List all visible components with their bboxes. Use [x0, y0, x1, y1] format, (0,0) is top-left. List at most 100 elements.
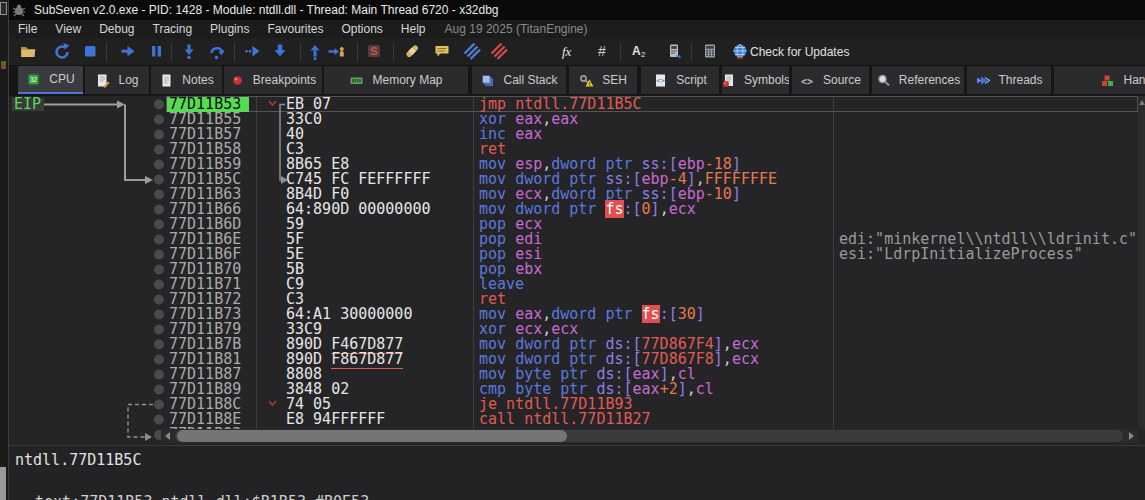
comment-button[interactable] — [433, 42, 453, 62]
references-icon — [876, 73, 891, 88]
toolbar: Sfx # A2 Check for Updates — [9, 38, 1145, 66]
scroll-right-arrow[interactable] — [1124, 429, 1138, 443]
assembler-button[interactable] — [665, 42, 685, 62]
tab-breakpoints[interactable]: Breakpoints — [224, 66, 322, 94]
pause-icon — [147, 42, 165, 60]
tab-label: References — [899, 73, 960, 87]
restart-button[interactable] — [53, 42, 73, 62]
trace-into-icon — [244, 42, 262, 60]
stripes-blue-icon — [463, 42, 481, 60]
build-info: Aug 19 2025 (TitanEngine) — [445, 22, 588, 36]
source-icon: <> — [800, 73, 815, 88]
instruction: call ntdll.77D11B27 — [479, 412, 651, 427]
calculator-button[interactable] — [701, 42, 721, 62]
tab-source[interactable]: <>Source — [792, 66, 869, 94]
toolbar-separator — [393, 43, 394, 61]
app-icon — [12, 3, 26, 17]
tab-log[interactable]: Log — [85, 66, 149, 94]
horizontal-scrollbar[interactable] — [161, 429, 1138, 443]
seh-icon: ! — [579, 73, 594, 88]
tab-cpu[interactable]: 32CPU — [18, 66, 83, 94]
step-into-button[interactable] — [180, 42, 200, 62]
background-window-icon — [0, 2, 7, 15]
info-module-line: .text:77D11B53 ntdll.dll:$B1B53 #B0E53 — [26, 493, 369, 500]
patches-icon — [403, 42, 421, 60]
step-out-icon — [306, 42, 324, 60]
tab-label: Call Stack — [503, 73, 557, 87]
script-icon: <> — [653, 73, 668, 88]
cpu-chip-icon: 32 — [26, 72, 41, 87]
tab-notes[interactable]: Notes — [151, 66, 222, 94]
patches-button[interactable] — [403, 42, 423, 62]
restart-icon — [53, 42, 71, 60]
tab-label: Script — [676, 73, 707, 87]
comment: esi:"LdrpInitializeProcess" — [839, 247, 1083, 262]
execute-till-return-button[interactable] — [306, 42, 326, 62]
tab-seh[interactable]: ! SEH — [569, 66, 637, 94]
trace-into-button[interactable] — [244, 42, 264, 62]
trace-over-button[interactable] — [271, 42, 291, 62]
red-stripes-button[interactable] — [490, 42, 510, 62]
labels-button[interactable]: # — [595, 42, 615, 62]
step-over-button[interactable] — [208, 42, 228, 62]
check-updates-button[interactable] — [731, 42, 751, 62]
font-icon: A2 — [630, 42, 648, 60]
run-button[interactable] — [119, 42, 139, 62]
tab-call-stack[interactable]: Call Stack — [472, 66, 566, 94]
svg-text:2: 2 — [641, 50, 646, 59]
svg-text:S: S — [370, 45, 377, 57]
memory-map-icon — [349, 73, 364, 88]
menu-help[interactable]: Help — [392, 20, 435, 38]
info-address: ntdll.77D11B5C — [15, 451, 141, 469]
menu-debug[interactable]: Debug — [90, 20, 143, 38]
tab-label: Threads — [998, 73, 1042, 87]
toolbar-separator — [171, 43, 172, 61]
blue-stripes-button[interactable] — [463, 42, 483, 62]
close-button[interactable] — [81, 42, 101, 62]
scroll-left-arrow[interactable] — [161, 429, 175, 443]
run-to-user-code-button[interactable] — [327, 42, 347, 62]
svg-text:!: ! — [589, 81, 591, 87]
symbols-icon — [722, 73, 736, 88]
open-file-button[interactable] — [19, 42, 39, 62]
svg-text:32: 32 — [30, 76, 38, 83]
toolbar-separator — [106, 43, 107, 61]
opcode-bytes: 64:890D 00000000 — [286, 202, 431, 217]
svg-text:#: # — [598, 43, 606, 59]
font-button[interactable]: A2 — [630, 42, 650, 62]
tab-memory-map[interactable]: Memory Map — [324, 66, 468, 94]
menu-plugins[interactable]: Plugins — [201, 20, 258, 38]
menu-view[interactable]: View — [46, 20, 90, 38]
menu-file[interactable]: File — [9, 20, 46, 38]
tab-label: SEH — [602, 73, 627, 87]
vertical-scrollbar[interactable] — [1138, 96, 1145, 429]
functions-button[interactable]: fx — [561, 42, 581, 62]
threads-icon — [975, 73, 990, 88]
scrollbar-thumb[interactable] — [177, 430, 567, 442]
check-updates-label[interactable]: Check for Updates — [750, 45, 849, 59]
disassembly-view[interactable]: EIP 77D11B53EB 07jmp ntdll.77D11B5C77D11… — [9, 96, 1145, 445]
breakpoint-icon — [230, 73, 245, 88]
run-icon — [119, 42, 137, 60]
call-stack-icon — [480, 73, 495, 88]
stripes-red-icon — [490, 42, 508, 60]
open-folder-icon — [19, 42, 37, 60]
background-window-sliver — [0, 0, 8, 500]
tab-symbols[interactable]: Symbols — [722, 66, 789, 94]
menu-tracing[interactable]: Tracing — [144, 20, 202, 38]
toolbar-separator — [300, 43, 301, 61]
tab-handles[interactable]: Handles — [1054, 66, 1145, 94]
menu-options[interactable]: Options — [332, 20, 391, 38]
s-badge-icon: S — [365, 42, 383, 60]
svg-text:<>: <> — [801, 75, 813, 86]
s-plugin-button[interactable]: S — [365, 42, 385, 62]
window-title: SubSeven v2.0.exe - PID: 1428 - Module: … — [34, 3, 499, 17]
tab-references[interactable]: References — [872, 66, 964, 94]
tab-threads[interactable]: Threads — [967, 66, 1051, 94]
toolbar-separator — [357, 43, 358, 61]
pause-button[interactable] — [147, 42, 167, 62]
tab-script[interactable]: <> Script — [641, 66, 719, 94]
menu-favourites[interactable]: Favourites — [258, 20, 332, 38]
stop-icon — [81, 42, 99, 60]
tab-label: Notes — [182, 73, 213, 87]
